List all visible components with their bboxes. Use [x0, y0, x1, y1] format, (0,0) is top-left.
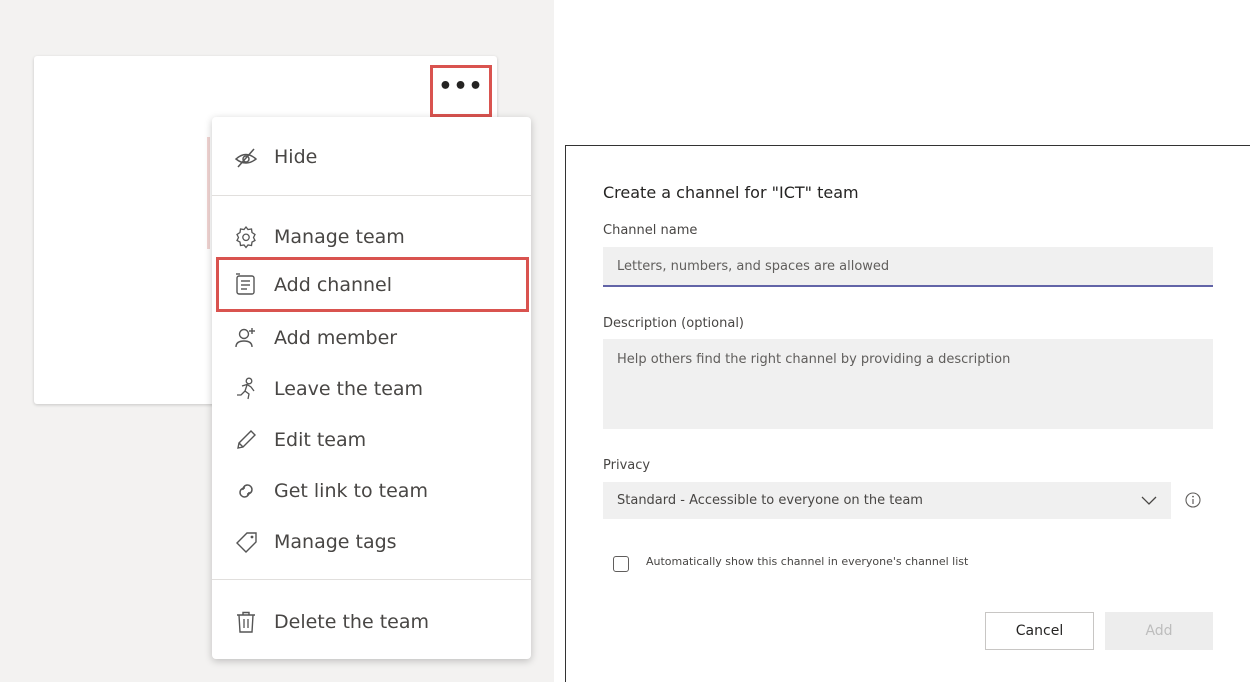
cancel-button[interactable]: Cancel: [985, 612, 1094, 650]
gear-icon: [234, 225, 274, 249]
menu-divider: [212, 579, 531, 580]
description-label: Description (optional): [603, 316, 745, 331]
menu-item-label: Add member: [274, 327, 398, 349]
menu-item-label: Add channel: [274, 273, 393, 296]
privacy-select[interactable]: Standard - Accessible to everyone on the…: [603, 482, 1171, 519]
channel-name-label: Channel name: [603, 223, 698, 238]
hide-icon: [234, 145, 274, 169]
channel-name-input[interactable]: Letters, numbers, and spaces are allowed: [603, 247, 1213, 287]
menu-item-get-link[interactable]: Get link to team: [212, 468, 531, 514]
menu-item-label: Hide: [274, 146, 318, 168]
menu-item-label: Delete the team: [274, 611, 429, 633]
menu-item-add-channel[interactable]: Add channel: [216, 257, 529, 312]
menu-item-add-member[interactable]: Add member: [212, 315, 531, 361]
menu-item-label: Get link to team: [274, 480, 428, 502]
add-person-icon: [234, 326, 274, 350]
leave-icon: [234, 377, 274, 401]
pencil-icon: [234, 428, 274, 452]
menu-accent-bar: [207, 137, 210, 249]
description-input[interactable]: Help others find the right channel by pr…: [603, 339, 1213, 429]
team-options-menu: Hide Manage team Add channel Add member …: [212, 117, 531, 659]
create-channel-dialog: Create a channel for "ICT" team Channel …: [565, 145, 1250, 682]
menu-item-manage-team[interactable]: Manage team: [212, 214, 531, 260]
more-options-label: •••: [438, 74, 484, 99]
privacy-label: Privacy: [603, 458, 651, 473]
menu-item-manage-tags[interactable]: Manage tags: [212, 519, 531, 565]
menu-item-leave-team[interactable]: Leave the team: [212, 366, 531, 412]
auto-show-checkbox[interactable]: [613, 556, 629, 572]
menu-item-label: Manage team: [274, 226, 405, 248]
menu-item-label: Manage tags: [274, 531, 397, 553]
more-options-button[interactable]: •••: [430, 65, 492, 117]
menu-divider: [212, 195, 531, 196]
trash-icon: [234, 610, 274, 634]
info-icon[interactable]: [1185, 492, 1201, 508]
channel-icon: [234, 272, 274, 297]
menu-item-label: Leave the team: [274, 378, 424, 400]
tag-icon: [234, 530, 274, 554]
privacy-value: Standard - Accessible to everyone on the…: [617, 493, 923, 508]
add-button[interactable]: Add: [1105, 612, 1213, 650]
auto-show-label: Automatically show this channel in every…: [646, 555, 969, 568]
link-icon: [234, 479, 274, 503]
menu-item-edit-team[interactable]: Edit team: [212, 417, 531, 463]
dialog-title: Create a channel for "ICT" team: [603, 183, 859, 202]
menu-item-hide[interactable]: Hide: [212, 134, 531, 180]
menu-item-label: Edit team: [274, 429, 367, 451]
menu-item-delete-team[interactable]: Delete the team: [212, 599, 531, 645]
chevron-down-icon: [1141, 496, 1157, 506]
